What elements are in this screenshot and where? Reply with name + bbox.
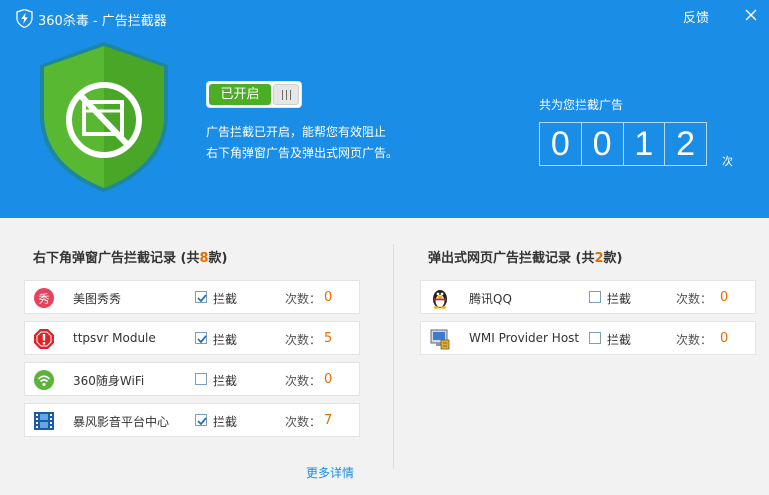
status-description-line2: 右下角弹窗广告及弹出式网页广告。 xyxy=(206,146,399,160)
counter-digit: 2 xyxy=(676,125,696,163)
toggle-on-label: 已开启 xyxy=(209,84,271,105)
left-panel-title: 右下角弹窗广告拦截记录 (共8款) xyxy=(33,247,227,266)
meitu-app-icon: 秀 xyxy=(34,288,54,308)
count-value: 0 xyxy=(720,331,729,346)
left-panel-title-prefix: 右下角弹窗广告拦截记录 (共 xyxy=(33,251,200,266)
list-item: 360随身WiFi 拦截 次数： 0 xyxy=(24,362,360,396)
count-label: 次数： xyxy=(676,292,713,306)
counter-digit: 0 xyxy=(540,123,582,165)
window-title: 360杀毒 - 广告拦截器 xyxy=(38,14,167,29)
app-name: 美图秀秀 xyxy=(73,292,122,306)
count-label: 次数： xyxy=(285,292,322,306)
block-label: 拦截 xyxy=(213,292,238,306)
count-value: 0 xyxy=(324,290,333,305)
block-checkbox[interactable] xyxy=(195,291,207,303)
block-label: 拦截 xyxy=(213,415,238,429)
left-panel-title-count: 8 xyxy=(199,251,209,266)
counter-digit: 0 xyxy=(582,123,624,165)
blocked-count-display: 0 0 1 2 xyxy=(539,122,707,166)
right-panel-title: 弹出式网页广告拦截记录 (共2款) xyxy=(428,247,622,266)
block-checkbox[interactable] xyxy=(589,332,601,344)
panel-divider xyxy=(393,244,394,469)
ad-block-toggle[interactable]: 已开启 xyxy=(206,81,302,108)
close-icon[interactable] xyxy=(738,3,764,27)
app-name: 暴风影音平台中心 xyxy=(73,415,170,429)
toggle-knob[interactable] xyxy=(273,84,299,105)
block-label: 拦截 xyxy=(607,333,632,347)
count-value: 7 xyxy=(324,413,333,428)
count-label: 次数： xyxy=(285,374,322,388)
app-name: 腾讯QQ xyxy=(469,292,512,306)
shield-lightning-icon xyxy=(16,9,33,28)
count-value: 5 xyxy=(324,331,333,346)
list-item: 秀 美图秀秀 拦截 次数： 0 xyxy=(24,280,360,314)
right-panel-title-suffix: 款) xyxy=(603,251,623,266)
feedback-link[interactable]: 反馈 xyxy=(683,7,709,26)
count-value: 0 xyxy=(324,372,333,387)
ad-block-shield-icon xyxy=(40,42,168,192)
counter-digit: 1 xyxy=(624,123,666,165)
header-banner: 360杀毒 - 广告拦截器 反馈 已开启 广告拦截已开启，能帮您有效阻止 右下角… xyxy=(0,0,769,218)
list-item: ttpsvr Module 拦截 次数： 5 xyxy=(24,321,360,355)
list-item: 腾讯QQ 拦截 次数： 0 xyxy=(420,280,756,314)
count-value: 0 xyxy=(720,290,729,305)
block-checkbox[interactable] xyxy=(589,291,601,303)
more-details-link[interactable]: 更多详情 xyxy=(306,464,354,481)
block-label: 拦截 xyxy=(213,333,238,347)
checkmark-icon xyxy=(197,294,207,303)
blocked-count-label: 共为您拦截广告 xyxy=(539,98,624,112)
count-label: 次数： xyxy=(285,415,322,429)
count-label: 次数： xyxy=(676,333,713,347)
app-name: WMI Provider Host xyxy=(469,331,579,345)
title-bar: 360杀毒 - 广告拦截器 反馈 xyxy=(0,0,769,34)
app-name: 360随身WiFi xyxy=(73,374,145,388)
qq-penguin-icon xyxy=(433,290,447,309)
checkmark-icon xyxy=(197,417,207,426)
wifi-icon xyxy=(34,370,54,390)
status-description: 广告拦截已开启，能帮您有效阻止 右下角弹窗广告及弹出式网页广告。 xyxy=(206,122,398,164)
status-description-line1: 广告拦截已开启，能帮您有效阻止 xyxy=(206,125,387,139)
app-name: ttpsvr Module xyxy=(73,331,156,345)
left-panel-title-suffix: 款) xyxy=(208,251,228,266)
blocked-count-unit: 次 xyxy=(722,155,733,168)
stop-sign-icon xyxy=(34,329,54,349)
checkmark-icon xyxy=(197,335,207,344)
block-checkbox[interactable] xyxy=(195,373,207,385)
count-label: 次数： xyxy=(285,333,322,347)
block-label: 拦截 xyxy=(607,292,632,306)
block-checkbox[interactable] xyxy=(195,414,207,426)
block-checkbox[interactable] xyxy=(195,332,207,344)
wmi-provider-icon xyxy=(430,329,450,350)
right-panel-title-prefix: 弹出式网页广告拦截记录 (共 xyxy=(428,251,595,266)
list-item: 暴风影音平台中心 拦截 次数： 7 xyxy=(24,403,360,437)
list-item: WMI Provider Host 拦截 次数： 0 xyxy=(420,321,756,355)
block-label: 拦截 xyxy=(213,374,238,388)
right-panel-title-count: 2 xyxy=(594,251,604,266)
svg-text:秀: 秀 xyxy=(39,293,50,306)
film-strip-icon xyxy=(34,412,54,430)
